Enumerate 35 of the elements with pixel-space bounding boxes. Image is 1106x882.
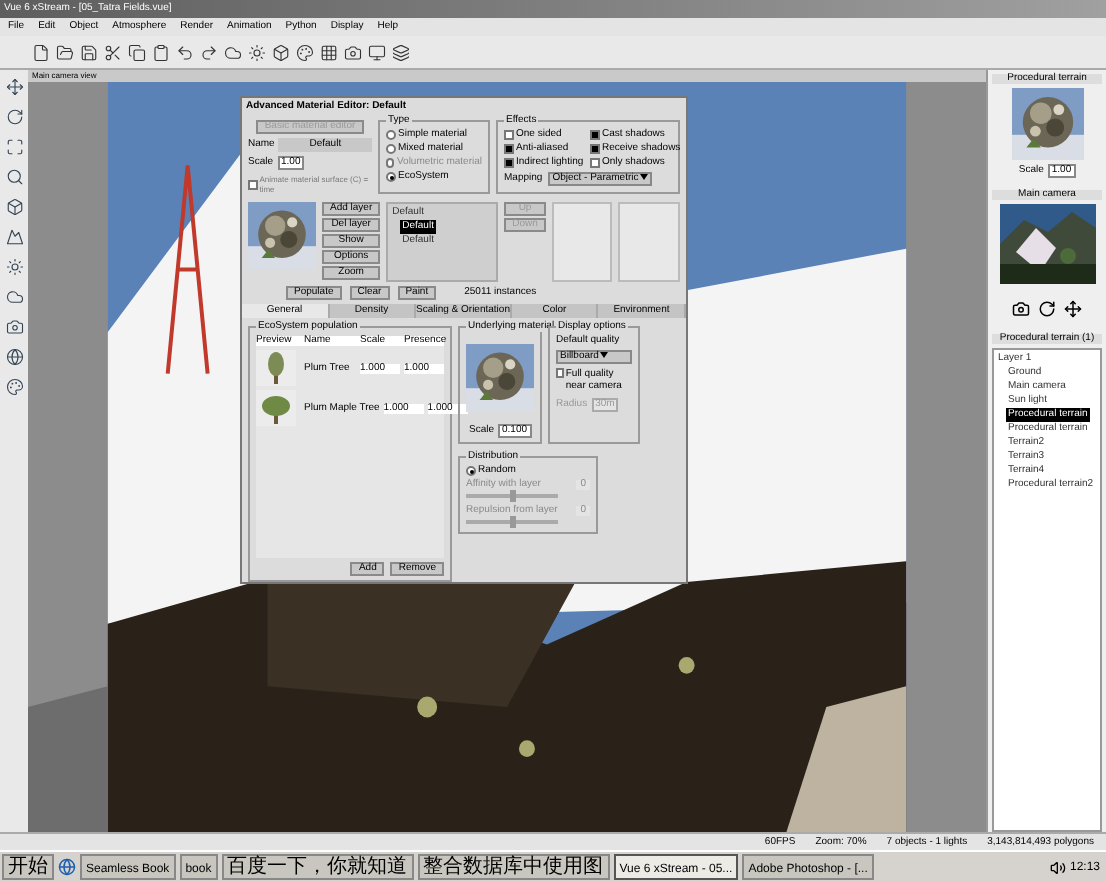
monitor-icon[interactable]	[368, 43, 386, 61]
globe-icon[interactable]	[5, 348, 23, 366]
cloud-icon[interactable]	[224, 43, 242, 61]
palette-icon[interactable]	[296, 43, 314, 61]
volume-icon[interactable]	[1049, 859, 1066, 875]
rotate-icon[interactable]	[5, 108, 23, 126]
box-icon[interactable]	[5, 198, 23, 216]
cloud-icon[interactable]	[5, 288, 23, 306]
undo-icon[interactable]	[176, 43, 194, 61]
start-button[interactable]: 开始	[2, 854, 54, 880]
sun-icon[interactable]	[248, 43, 266, 61]
folder-icon[interactable]	[56, 43, 74, 61]
sun-icon[interactable]	[5, 258, 23, 276]
camera-icon[interactable]	[1012, 300, 1030, 318]
copy-icon[interactable]	[128, 43, 146, 61]
taskbar-button[interactable]: 百度一下，你就知道	[221, 854, 414, 880]
grid-icon[interactable]	[320, 43, 338, 61]
globe-icon[interactable]	[58, 858, 76, 876]
scissors-icon[interactable]	[104, 43, 122, 61]
file-icon[interactable]	[32, 43, 50, 61]
maximize-icon[interactable]	[5, 138, 23, 156]
layers-icon[interactable]	[392, 43, 410, 61]
clipboard-icon[interactable]	[152, 43, 170, 61]
palette-icon[interactable]	[5, 378, 23, 396]
rotate-icon[interactable]	[1038, 300, 1056, 318]
move-icon[interactable]	[1064, 300, 1082, 318]
save-icon[interactable]	[80, 43, 98, 61]
taskbar-button[interactable]: 整合数据库中使用图	[417, 854, 610, 880]
redo-icon[interactable]	[200, 43, 218, 61]
box-icon[interactable]	[272, 43, 290, 61]
search-icon[interactable]	[5, 168, 23, 186]
camera-icon[interactable]	[344, 43, 362, 61]
move-icon[interactable]	[5, 78, 23, 96]
mountain-icon[interactable]	[5, 228, 23, 246]
camera-icon[interactable]	[5, 318, 23, 336]
